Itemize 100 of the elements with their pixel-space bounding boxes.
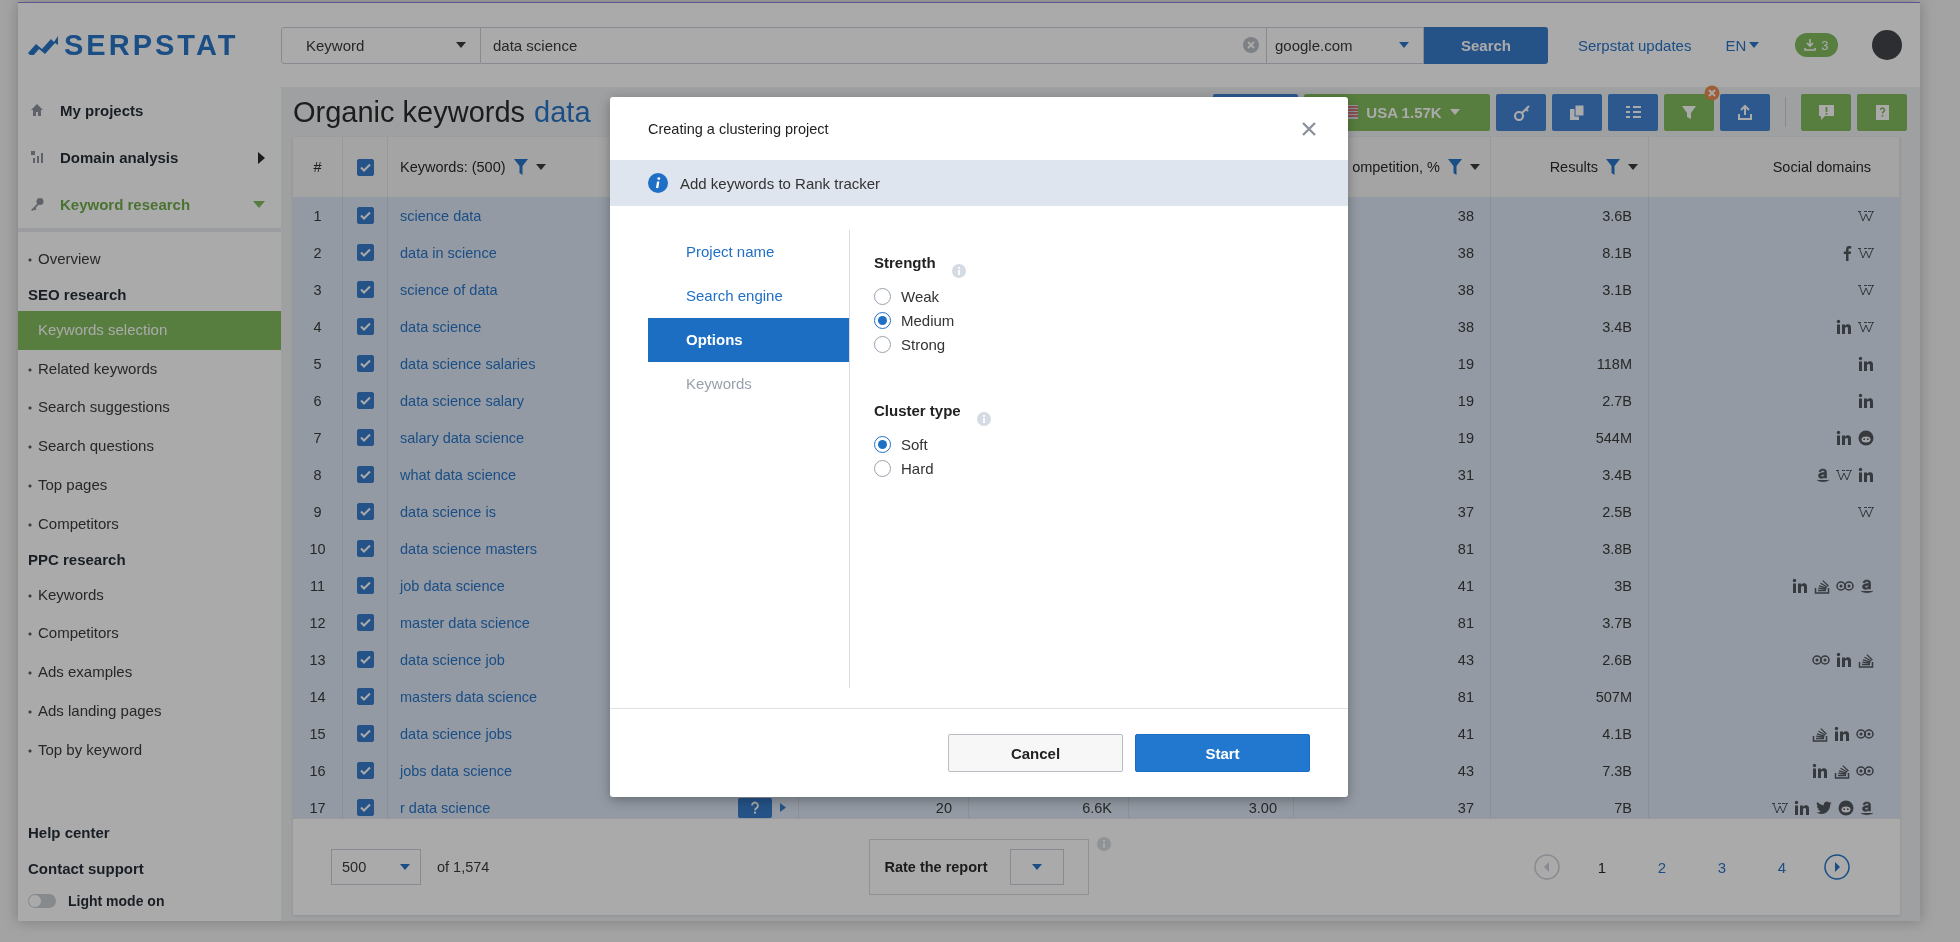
radio-button[interactable]	[874, 435, 891, 453]
toolbar-button[interactable]	[1857, 93, 1907, 131]
toolbar-button[interactable]	[1496, 93, 1546, 131]
radio-button[interactable]	[874, 287, 891, 305]
wikipedia-icon[interactable]	[1858, 246, 1874, 259]
page-link[interactable]: 3	[1692, 858, 1752, 876]
checkbox[interactable]	[356, 725, 374, 742]
page-link[interactable]: 2	[1632, 858, 1692, 876]
sidebar-item[interactable]: Domain analysis	[18, 134, 281, 181]
keyword-link[interactable]: what data science	[400, 466, 517, 483]
cancel-button[interactable]: Cancel	[948, 734, 1123, 772]
checkbox[interactable]	[356, 207, 374, 224]
checkbox[interactable]	[356, 503, 374, 520]
keyword-link[interactable]: r data science	[400, 799, 491, 816]
wikipedia-icon[interactable]	[1858, 283, 1874, 296]
amazon-icon[interactable]	[1816, 466, 1830, 483]
step-tab[interactable]: Options	[648, 318, 849, 362]
language-dropdown[interactable]: EN	[1725, 36, 1760, 54]
page-link[interactable]: 4	[1752, 858, 1812, 876]
keyword-link[interactable]: jobs data science	[400, 762, 513, 779]
keyword-link[interactable]: data science jobs	[400, 725, 513, 742]
keyword-link[interactable]: masters data science	[400, 688, 537, 705]
keyword-link[interactable]: data science masters	[400, 540, 537, 557]
stack-icon[interactable]	[1812, 725, 1828, 742]
owl-eyes-icon[interactable]	[1856, 764, 1874, 777]
owl-eyes-icon[interactable]	[1836, 579, 1854, 592]
reddit-icon[interactable]	[1838, 799, 1854, 816]
step-tab[interactable]: Project name	[648, 230, 849, 274]
checkbox[interactable]	[356, 762, 374, 779]
toggle-switch[interactable]	[28, 894, 56, 908]
bird-icon[interactable]	[1816, 800, 1832, 815]
radio-button[interactable]	[874, 459, 891, 477]
keyword-link[interactable]: data science is	[400, 503, 496, 520]
stack-icon[interactable]	[1814, 577, 1830, 594]
amazon-icon[interactable]	[1860, 577, 1874, 594]
avatar[interactable]	[1871, 30, 1902, 60]
checkbox[interactable]	[356, 688, 374, 705]
checkbox[interactable]	[356, 355, 374, 372]
facebook-icon[interactable]	[1842, 244, 1852, 261]
keyword-link[interactable]: data science	[400, 318, 482, 335]
keyword-link[interactable]: science of data	[400, 281, 498, 298]
linkedin-icon[interactable]	[1836, 318, 1852, 335]
sidebar-link[interactable]: Help center	[18, 815, 281, 851]
step-tab[interactable]: Search engine	[648, 274, 849, 318]
search-engine-dropdown[interactable]: google.com	[1267, 26, 1424, 64]
toolbar-button[interactable]	[1664, 93, 1714, 131]
checkbox[interactable]	[356, 651, 374, 668]
amazon-icon[interactable]	[1860, 799, 1874, 816]
wikipedia-icon[interactable]	[1858, 505, 1874, 518]
search-type-dropdown[interactable]: Keyword	[281, 26, 481, 64]
checkbox[interactable]	[356, 281, 374, 298]
wikipedia-icon[interactable]	[1772, 801, 1788, 814]
checkbox[interactable]	[356, 158, 374, 176]
question-badge-icon[interactable]	[738, 797, 772, 818]
search-field[interactable]: data science	[481, 26, 1267, 64]
keyword-link[interactable]: master data science	[400, 614, 530, 631]
toolbar-button[interactable]	[1720, 93, 1770, 131]
clear-filter-icon[interactable]	[1704, 84, 1720, 101]
wikipedia-icon[interactable]	[1858, 209, 1874, 222]
rows-per-page-dropdown[interactable]: 500	[331, 849, 421, 885]
keyword-link[interactable]: data science salary	[400, 392, 525, 409]
wikipedia-icon[interactable]	[1836, 468, 1852, 481]
toolbar-button[interactable]	[1552, 93, 1602, 131]
keyword-link[interactable]: data science job	[400, 651, 505, 668]
start-button[interactable]: Start	[1135, 734, 1310, 772]
updates-link[interactable]: Serpstat updates	[1578, 36, 1692, 54]
toolbar-button[interactable]	[1608, 93, 1658, 131]
linkedin-icon[interactable]	[1834, 725, 1850, 742]
wikipedia-icon[interactable]	[1858, 320, 1874, 333]
keyword-link[interactable]: data in science	[400, 244, 497, 261]
sidebar-link[interactable]: Contact support	[18, 851, 281, 887]
reddit-icon[interactable]	[1858, 429, 1874, 446]
checkbox[interactable]	[356, 577, 374, 594]
checkbox[interactable]	[356, 466, 374, 483]
owl-eyes-icon[interactable]	[1812, 653, 1830, 666]
radio-button[interactable]	[874, 311, 891, 329]
linkedin-icon[interactable]	[1836, 651, 1852, 668]
sidebar-item[interactable]: My projects	[18, 87, 281, 134]
linkedin-icon[interactable]	[1792, 577, 1808, 594]
checkbox[interactable]	[356, 614, 374, 631]
checkbox[interactable]	[356, 392, 374, 409]
linkedin-icon[interactable]	[1794, 799, 1810, 816]
linkedin-icon[interactable]	[1858, 392, 1874, 409]
checkbox[interactable]	[356, 540, 374, 557]
keyword-link[interactable]: science data	[400, 207, 482, 224]
close-icon[interactable]	[1302, 121, 1316, 136]
stack-icon[interactable]	[1834, 762, 1850, 779]
owl-eyes-icon[interactable]	[1856, 727, 1874, 740]
radio-button[interactable]	[874, 335, 891, 353]
search-button[interactable]: Search	[1424, 26, 1548, 64]
linkedin-icon[interactable]	[1858, 355, 1874, 372]
linkedin-icon[interactable]	[1858, 466, 1874, 483]
keyword-link[interactable]: salary data science	[400, 429, 525, 446]
next-page-icon[interactable]	[1824, 854, 1850, 880]
stack-icon[interactable]	[1858, 651, 1874, 668]
linkedin-icon[interactable]	[1812, 762, 1828, 779]
checkbox[interactable]	[356, 244, 374, 261]
expand-arrow-icon[interactable]	[780, 803, 786, 812]
keyword-link[interactable]: job data science	[400, 577, 505, 594]
toolbar-button[interactable]	[1801, 93, 1851, 131]
